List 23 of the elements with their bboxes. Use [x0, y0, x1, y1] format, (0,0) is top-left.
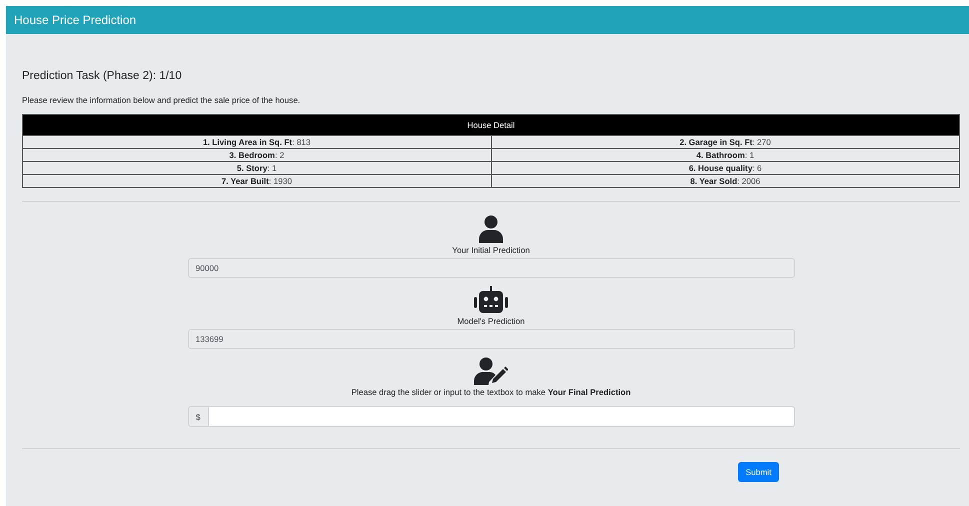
table-header: House Detail [22, 114, 960, 136]
instruction-text: Please review the information below and predict the sale price of the house. [22, 95, 302, 105]
prediction-field[interactable]: 133699 [188, 329, 794, 349]
table-cell: 8. Year Sold: 2006 [491, 174, 960, 188]
task-title: Prediction Task (Phase 2): 1/10 [22, 70, 183, 82]
table-cell: 6. House quality: 6 [491, 162, 960, 174]
person-icon [479, 215, 503, 243]
table-cell: 2. Garage in Sq. Ft: 270 [491, 136, 960, 148]
table-cell: 5. Story: 1 [22, 162, 491, 174]
prediction-label: Model's Prediction [457, 316, 525, 326]
currency-prefix: $ [188, 406, 208, 427]
prediction-label: Your Initial Prediction [452, 245, 530, 255]
robot-icon [474, 286, 508, 314]
table-cell: 3. Bedroom: 2 [22, 148, 491, 162]
table-cell: 4. Bathroom: 1 [491, 148, 960, 162]
table-cell: 1. Living Area in Sq. Ft: 813 [22, 136, 491, 148]
app-title: House Price Prediction [14, 13, 136, 27]
final-prediction-input[interactable] [208, 406, 794, 427]
table-cell: 7. Year Built: 1930 [22, 174, 491, 188]
prediction-field[interactable]: 90000 [188, 258, 794, 278]
person-pencil-icon [474, 357, 508, 385]
prediction-label: Please drag the slider or input to the textbox to make Your Final Prediction [351, 387, 631, 397]
submit-button[interactable]: Submit [738, 462, 779, 482]
